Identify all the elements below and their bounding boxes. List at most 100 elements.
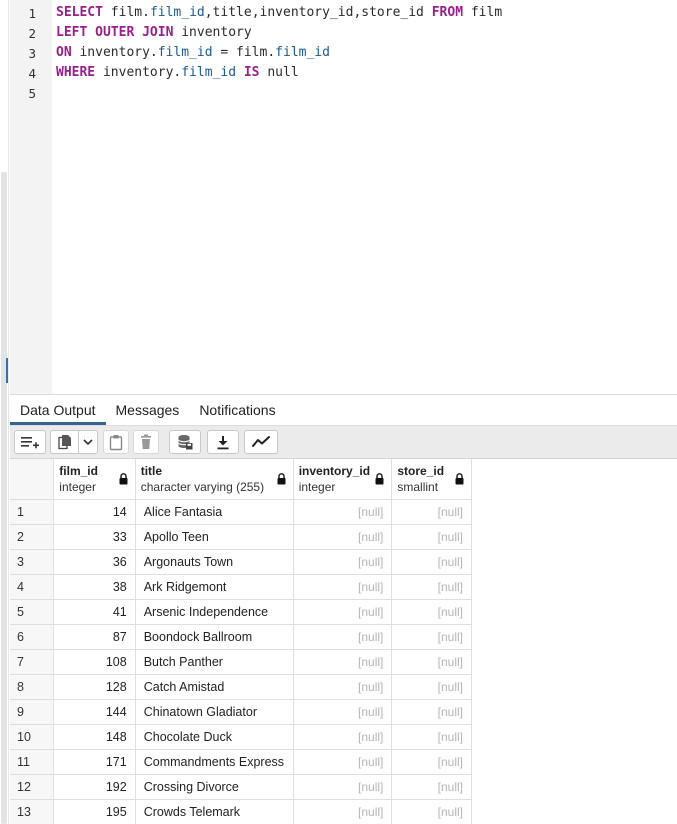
row-number-cell[interactable]: 2 — [10, 524, 55, 550]
film-id-cell[interactable]: 144 — [53, 699, 136, 725]
film-id-cell[interactable]: 128 — [53, 674, 136, 700]
store-id-cell[interactable]: [null] — [391, 549, 472, 575]
film-id-cell[interactable]: 171 — [53, 749, 136, 775]
delete-button[interactable] — [133, 430, 159, 454]
title-cell[interactable]: Apollo Teen — [135, 524, 294, 550]
store-id-cell[interactable]: [null] — [391, 524, 472, 550]
download-button[interactable] — [207, 430, 239, 454]
title-cell[interactable]: Chinatown Gladiator — [135, 699, 294, 725]
table-row[interactable]: 1 14 Alice Fantasia [null] [null] — [10, 499, 472, 525]
row-number-cell[interactable]: 8 — [10, 674, 55, 700]
title-cell[interactable]: Alice Fantasia — [135, 499, 294, 525]
title-cell[interactable]: Argonauts Town — [135, 549, 294, 575]
inventory-id-cell[interactable]: [null] — [293, 599, 393, 625]
inventory-id-cell[interactable]: [null] — [293, 649, 393, 675]
inventory-id-cell[interactable]: [null] — [293, 724, 393, 750]
save-data-button[interactable] — [169, 430, 201, 454]
tab-messages[interactable]: Messages — [106, 395, 190, 425]
add-row-button[interactable] — [14, 430, 46, 454]
graph-visualiser-button[interactable] — [244, 430, 278, 454]
copy-options-dropdown[interactable] — [78, 431, 97, 453]
paste-button[interactable] — [103, 430, 129, 454]
film-id-cell[interactable]: 87 — [53, 624, 136, 650]
inventory-id-cell[interactable]: [null] — [293, 774, 393, 800]
title-cell[interactable]: Crowds Telemark — [135, 799, 294, 824]
row-number-cell[interactable]: 5 — [10, 599, 55, 625]
store-id-cell[interactable]: [null] — [391, 499, 472, 525]
code-line[interactable]: WHERE inventory.film_id IS null — [56, 65, 299, 80]
table-row[interactable]: 11 171 Commandments Express [null] [null] — [10, 749, 472, 775]
title-cell[interactable]: Crossing Divorce — [135, 774, 294, 800]
film-id-cell[interactable]: 14 — [53, 499, 136, 525]
row-number-header[interactable] — [10, 459, 55, 500]
table-row[interactable]: 9 144 Chinatown Gladiator [null] [null] — [10, 699, 472, 725]
table-row[interactable]: 4 38 Ark Ridgemont [null] [null] — [10, 574, 472, 600]
store-id-cell[interactable]: [null] — [391, 724, 472, 750]
inventory-id-cell[interactable]: [null] — [293, 524, 393, 550]
film-id-cell[interactable]: 108 — [53, 649, 136, 675]
table-row[interactable]: 6 87 Boondock Ballroom [null] [null] — [10, 624, 472, 650]
table-row[interactable]: 2 33 Apollo Teen [null] [null] — [10, 524, 472, 550]
code-line[interactable]: SELECT film.film_id,title,inventory_id,s… — [56, 5, 502, 20]
table-row[interactable]: 10 148 Chocolate Duck [null] [null] — [10, 724, 472, 750]
left-scrollbar[interactable] — [0, 0, 9, 824]
scrollbar-thumb[interactable] — [1, 172, 7, 824]
title-cell[interactable]: Chocolate Duck — [135, 724, 294, 750]
film-id-cell[interactable]: 41 — [53, 599, 136, 625]
store-id-cell[interactable]: [null] — [391, 574, 472, 600]
row-number-cell[interactable]: 9 — [10, 699, 55, 725]
inventory-id-cell[interactable]: [null] — [293, 749, 393, 775]
inventory-id-cell[interactable]: [null] — [293, 799, 393, 824]
store-id-cell[interactable]: [null] — [391, 749, 472, 775]
film-id-cell[interactable]: 148 — [53, 724, 136, 750]
film-id-cell[interactable]: 195 — [53, 799, 136, 824]
row-number-cell[interactable]: 7 — [10, 649, 55, 675]
title-cell[interactable]: Butch Panther — [135, 649, 294, 675]
row-number-cell[interactable]: 6 — [10, 624, 55, 650]
store-id-cell[interactable]: [null] — [391, 674, 472, 700]
table-row[interactable]: 3 36 Argonauts Town [null] [null] — [10, 549, 472, 575]
column-header-store-id[interactable]: store_id smallint — [391, 459, 472, 500]
inventory-id-cell[interactable]: [null] — [293, 549, 393, 575]
title-cell[interactable]: Catch Amistad — [135, 674, 294, 700]
store-id-cell[interactable]: [null] — [391, 599, 472, 625]
film-id-cell[interactable]: 36 — [53, 549, 136, 575]
row-number-cell[interactable]: 4 — [10, 574, 55, 600]
tab-data-output[interactable]: Data Output — [10, 395, 106, 425]
table-row[interactable]: 13 195 Crowds Telemark [null] [null] — [10, 799, 472, 824]
inventory-id-cell[interactable]: [null] — [293, 699, 393, 725]
table-row[interactable]: 12 192 Crossing Divorce [null] [null] — [10, 774, 472, 800]
results-grid[interactable]: film_id integer title character varying … — [10, 459, 472, 824]
row-number-cell[interactable]: 10 — [10, 724, 55, 750]
column-header-film-id[interactable]: film_id integer — [53, 459, 136, 500]
column-header-inventory-id[interactable]: inventory_id integer — [293, 459, 393, 500]
title-cell[interactable]: Commandments Express — [135, 749, 294, 775]
title-cell[interactable]: Boondock Ballroom — [135, 624, 294, 650]
inventory-id-cell[interactable]: [null] — [293, 574, 393, 600]
film-id-cell[interactable]: 33 — [53, 524, 136, 550]
store-id-cell[interactable]: [null] — [391, 774, 472, 800]
copy-button[interactable] — [51, 431, 78, 453]
store-id-cell[interactable]: [null] — [391, 649, 472, 675]
store-id-cell[interactable]: [null] — [391, 699, 472, 725]
row-number-cell[interactable]: 12 — [10, 774, 55, 800]
store-id-cell[interactable]: [null] — [391, 624, 472, 650]
title-cell[interactable]: Arsenic Independence — [135, 599, 294, 625]
row-number-cell[interactable]: 13 — [10, 799, 55, 824]
code-line[interactable]: ON inventory.film_id = film.film_id — [56, 45, 330, 60]
code-line[interactable]: LEFT OUTER JOIN inventory — [56, 25, 252, 40]
inventory-id-cell[interactable]: [null] — [293, 499, 393, 525]
row-number-cell[interactable]: 11 — [10, 749, 55, 775]
tab-notifications[interactable]: Notifications — [189, 395, 285, 425]
column-header-title[interactable]: title character varying (255) — [135, 459, 294, 500]
inventory-id-cell[interactable]: [null] — [293, 674, 393, 700]
inventory-id-cell[interactable]: [null] — [293, 624, 393, 650]
row-number-cell[interactable]: 1 — [10, 499, 55, 525]
sql-editor[interactable]: SELECT film.film_id,title,inventory_id,s… — [10, 0, 677, 394]
store-id-cell[interactable]: [null] — [391, 799, 472, 824]
title-cell[interactable]: Ark Ridgemont — [135, 574, 294, 600]
film-id-cell[interactable]: 38 — [53, 574, 136, 600]
film-id-cell[interactable]: 192 — [53, 774, 136, 800]
table-row[interactable]: 7 108 Butch Panther [null] [null] — [10, 649, 472, 675]
table-row[interactable]: 5 41 Arsenic Independence [null] [null] — [10, 599, 472, 625]
